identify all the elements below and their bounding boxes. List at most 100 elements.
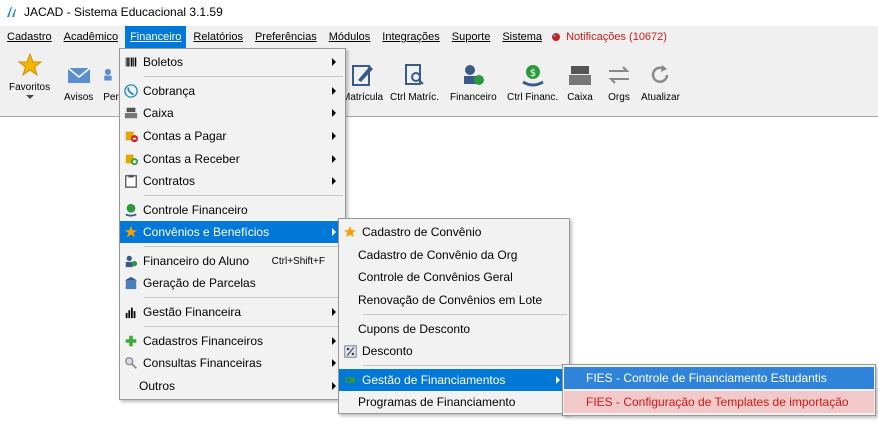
menu-sistema[interactable]: Sistema xyxy=(497,26,547,48)
edit-document-icon xyxy=(351,65,373,86)
toolbar-matricula-button[interactable]: Matrícula xyxy=(342,52,383,103)
toolbar-caixa-button[interactable]: Caixa xyxy=(567,52,593,103)
notification-icon xyxy=(552,33,561,41)
menu-item-contas-a-receber[interactable]: Contas a Receber xyxy=(120,148,345,170)
menu-item-label: Geração de Parcelas xyxy=(143,276,256,290)
toolbar-label: Matrícula xyxy=(342,92,384,103)
toolbar-financeiro-button[interactable]: Financeiro xyxy=(450,52,497,103)
toolbar-label: Ctrl Matríc. xyxy=(390,92,439,103)
toolbar-favoritos-button[interactable]: Favoritos xyxy=(9,52,50,99)
submenu-arrow-icon xyxy=(332,382,336,390)
menu-item-controle-de-convenios-geral[interactable]: Controle de Convênios Geral xyxy=(339,266,569,288)
dropdown-caret-icon xyxy=(25,95,34,99)
menu-suporte[interactable]: Suporte xyxy=(447,26,496,48)
building-icon xyxy=(123,275,139,291)
submenu-arrow-icon xyxy=(332,132,336,140)
menu-item-label: Financeiro do Aluno xyxy=(143,254,250,268)
menu-item-contratos[interactable]: Contratos xyxy=(120,170,345,192)
student-money-icon xyxy=(123,253,139,269)
menu-item-label: FIES - Configuração de Templates de impo… xyxy=(586,395,849,409)
toolbar-atualizar-button[interactable]: Atualizar xyxy=(641,52,680,103)
menu-item-label: Renovação de Convênios em Lote xyxy=(358,293,543,307)
menu-item-contas-a-pagar[interactable]: Contas a Pagar xyxy=(120,125,345,147)
cash-register-icon xyxy=(569,66,591,85)
menu-item-fies-configuracao-templates[interactable]: FIES - Configuração de Templates de impo… xyxy=(564,391,874,413)
menu-academico[interactable]: Acadêmico xyxy=(59,26,123,48)
menu-item-boletos[interactable]: Boletos xyxy=(120,51,345,73)
star-icon xyxy=(17,52,43,77)
notifications-button[interactable]: Notificações (10672) xyxy=(547,28,671,46)
menu-item-outros[interactable]: Outros xyxy=(120,375,345,397)
menu-separator xyxy=(144,297,343,298)
menu-integracoes[interactable]: Integrações xyxy=(377,26,444,48)
menu-item-fies-controle[interactable]: FIES - Controle de Financiamento Estudan… xyxy=(564,367,874,389)
person-icon xyxy=(104,68,112,81)
menu-item-renovacao-de-convenios-em-lote[interactable]: Renovação de Convênios em Lote xyxy=(339,289,569,311)
menu-item-programas-de-financiamento[interactable]: Programas de Financiamento xyxy=(339,391,569,413)
svg-text:$: $ xyxy=(529,68,535,79)
toolbar-label: Caixa xyxy=(567,92,593,103)
toolbar-label: Atualizar xyxy=(641,92,680,103)
menu-item-label: Contas a Pagar xyxy=(143,129,227,143)
menu-item-cupons-de-desconto[interactable]: Cupons de Desconto xyxy=(339,318,569,340)
menu-item-cobranca[interactable]: Cobrança xyxy=(120,80,345,102)
menu-item-consultas-financeiras[interactable]: Consultas Financeiras xyxy=(120,352,345,374)
submenu-arrow-icon xyxy=(332,177,336,185)
title-bar: JACAD - Sistema Educacional 3.1.59 xyxy=(0,0,878,24)
money-bag-icon: $ xyxy=(521,65,544,87)
percent-icon xyxy=(342,343,358,359)
menu-financeiro[interactable]: Financeiro xyxy=(125,26,187,48)
submenu-arrow-icon xyxy=(556,376,560,384)
menu-separator xyxy=(363,314,567,315)
menu-preferencias[interactable]: Preferências xyxy=(250,26,322,48)
toolbar-per-button[interactable]: Per xyxy=(103,52,119,103)
menu-bar: Cadastro Acadêmico Financeiro Relatórios… xyxy=(0,26,878,48)
toolbar-label: Orgs xyxy=(608,92,630,103)
star-icon xyxy=(342,224,358,240)
submenu-arrow-icon xyxy=(332,155,336,163)
menu-item-cadastro-de-convenio-da-org[interactable]: Cadastro de Convênio da Org xyxy=(339,244,569,266)
menu-item-label: Controle Financeiro xyxy=(143,203,248,217)
financing-icon xyxy=(342,372,358,388)
green-plus-icon xyxy=(123,333,139,349)
menu-item-label: Desconto xyxy=(362,344,413,358)
menu-separator xyxy=(144,246,343,247)
menu-item-cadastros-financeiros[interactable]: Cadastros Financeiros xyxy=(120,330,345,352)
menu-cadastro[interactable]: Cadastro xyxy=(2,26,57,48)
toolbar-orgs-button[interactable]: Orgs xyxy=(606,52,632,103)
submenu-arrow-icon xyxy=(332,308,336,316)
menu-item-caixa[interactable]: Caixa xyxy=(120,102,345,124)
menu-item-label: Outros xyxy=(139,379,176,393)
cash-register-icon xyxy=(123,105,139,121)
menu-item-label: Controle de Convênios Geral xyxy=(358,270,513,284)
menu-item-label: FIES - Controle de Financiamento Estudan… xyxy=(586,371,827,385)
menu-item-gestao-de-financiamentos[interactable]: Gestão de Financiamentos xyxy=(339,369,569,391)
clipboard-icon xyxy=(123,173,139,189)
menu-item-geracao-de-parcelas[interactable]: Geração de Parcelas xyxy=(120,272,345,294)
menu-relatorios[interactable]: Relatórios xyxy=(188,26,248,48)
menu-separator xyxy=(144,195,343,196)
financiamentos-submenu: FIES - Controle de Financiamento Estudan… xyxy=(562,364,876,416)
toolbar-avisos-button[interactable]: Avisos xyxy=(64,52,93,103)
menu-item-label: Cadastro de Convênio xyxy=(362,225,482,239)
menu-separator xyxy=(144,326,343,327)
menu-item-controle-financeiro[interactable]: Controle Financeiro xyxy=(120,199,345,221)
coins-plus-icon xyxy=(123,151,139,167)
menu-item-gestao-financeira[interactable]: Gestão Financeira xyxy=(120,301,345,323)
menu-item-label: Cupons de Desconto xyxy=(358,322,471,336)
menu-item-label: Caixa xyxy=(143,106,174,120)
toolbar-ctrl-financ-button[interactable]: $ Ctrl Financ. xyxy=(507,52,558,103)
menu-item-desconto[interactable]: Desconto xyxy=(339,340,569,362)
student-money-icon xyxy=(464,65,485,85)
refresh-icon xyxy=(652,65,669,83)
menu-item-cadastro-de-convenio[interactable]: Cadastro de Convênio xyxy=(339,221,569,243)
window-title: JACAD - Sistema Educacional 3.1.59 xyxy=(24,5,223,19)
toolbar-ctrl-matric-button[interactable]: Ctrl Matríc. xyxy=(390,52,439,103)
menu-modulos[interactable]: Módulos xyxy=(324,26,376,48)
submenu-arrow-icon xyxy=(332,228,336,236)
coins-minus-icon xyxy=(123,128,139,144)
menu-item-financeiro-do-aluno[interactable]: Financeiro do Aluno Ctrl+Shift+F xyxy=(120,250,345,272)
menu-item-label: Cadastros Financeiros xyxy=(143,334,264,348)
menu-item-convenios-e-beneficios[interactable]: Convênios e Benefícios xyxy=(120,221,345,243)
menu-item-label: Programas de Financiamento xyxy=(358,395,516,409)
